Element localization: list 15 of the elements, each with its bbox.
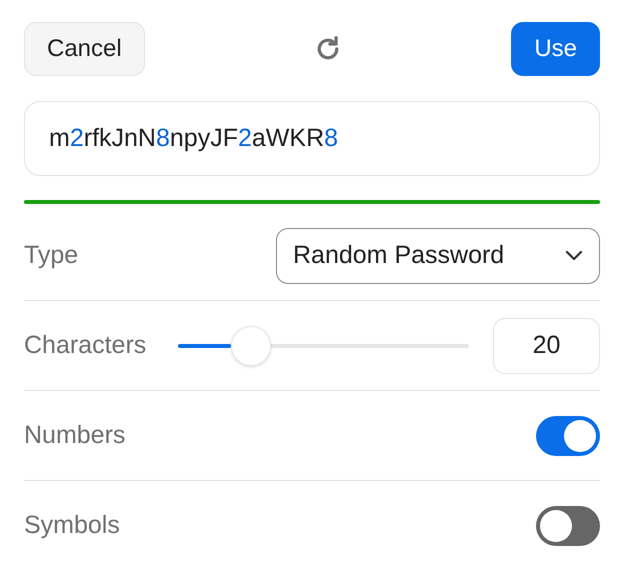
chevron-down-icon — [565, 250, 583, 262]
length-field[interactable]: 20 — [493, 318, 600, 374]
option-label: Numbers — [24, 421, 126, 450]
cancel-button[interactable]: Cancel — [24, 22, 145, 76]
password-field[interactable]: m2rfkJnN8npyJF2aWKR8 — [24, 101, 600, 176]
toggle-switch[interactable] — [536, 416, 600, 456]
password-text: m2rfkJnN8npyJF2aWKR8 — [49, 124, 338, 154]
length-slider[interactable] — [178, 324, 469, 366]
toggle-switch[interactable] — [536, 506, 600, 546]
option-label: Characters — [24, 331, 146, 360]
option-label: Symbols — [24, 511, 120, 540]
option-label: Type — [24, 241, 80, 270]
slider-thumb[interactable] — [230, 326, 271, 366]
use-button[interactable]: Use — [511, 22, 600, 76]
type-dropdown[interactable]: Random Password — [276, 228, 600, 284]
